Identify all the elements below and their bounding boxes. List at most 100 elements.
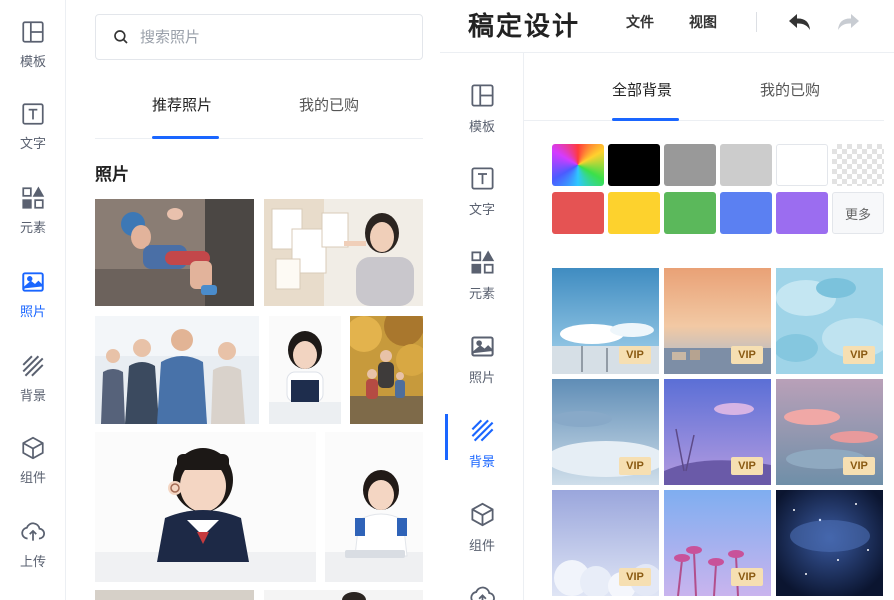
- sidebar-item-components[interactable]: 组件: [0, 434, 66, 504]
- swatch-purple[interactable]: [776, 192, 828, 234]
- vip-badge: VIP: [731, 457, 763, 475]
- sidebar-item-label: 组件: [468, 539, 495, 554]
- active-indicator: [445, 414, 448, 460]
- photo-thumbnail[interactable]: [264, 199, 423, 306]
- background-thumbnail[interactable]: VIP: [552, 379, 659, 485]
- background-thumbnail[interactable]: VIP: [664, 490, 771, 596]
- more-colors-button[interactable]: 更多: [832, 192, 884, 234]
- swatch-green[interactable]: [664, 192, 716, 234]
- redo-button[interactable]: [834, 8, 862, 36]
- toolbar-divider: [756, 12, 757, 32]
- sidebar-item-elements[interactable]: 元素: [440, 247, 524, 317]
- sidebar-item-upload[interactable]: [440, 583, 524, 600]
- photo-thumbnail[interactable]: [325, 432, 423, 582]
- upload-icon: [19, 518, 47, 546]
- tab-my-purchased[interactable]: 我的已购: [299, 94, 359, 115]
- background-thumbnail[interactable]: VIP: [664, 268, 771, 374]
- tab-recommended-photos[interactable]: 推荐照片: [152, 94, 212, 115]
- vip-badge: VIP: [619, 568, 651, 586]
- tab-all-backgrounds[interactable]: 全部背景: [612, 79, 672, 100]
- sidebar-item-template[interactable]: 模板: [0, 18, 66, 88]
- photo-thumbnail[interactable]: [95, 432, 316, 582]
- sidebar-item-text[interactable]: 文字: [0, 100, 66, 170]
- layout-icon: [467, 80, 497, 110]
- sidebar-item-components[interactable]: 组件: [440, 499, 524, 569]
- photo-thumbnail[interactable]: [350, 316, 423, 424]
- undo-button[interactable]: [786, 8, 814, 36]
- sidebar-item-photos[interactable]: 照片: [0, 268, 66, 338]
- search-box[interactable]: [95, 14, 423, 60]
- active-tab-underline: [612, 118, 679, 121]
- sidebar-item-template[interactable]: 模板: [440, 80, 524, 150]
- menu-view[interactable]: 视图: [689, 12, 717, 32]
- sidebar-item-elements[interactable]: 元素: [0, 184, 66, 254]
- vip-badge: VIP: [731, 568, 763, 586]
- photo-panel: 推荐照片 我的已购 照片: [66, 0, 440, 600]
- swatch-transparent[interactable]: [832, 144, 884, 186]
- sidebar-item-label: 组件: [19, 471, 46, 486]
- sidebar-item-background[interactable]: 背景: [0, 352, 66, 422]
- sidebar-item-label: 照片: [468, 371, 495, 386]
- background-icon: [19, 352, 47, 380]
- sidebar-item-label: 文字: [19, 137, 46, 152]
- editor-panel: 稿定设计 文件 视图 模板 文字 元素 照片 背景 组件 全部背景 我的已购 更…: [440, 0, 894, 600]
- sidebar-item-label: 背景: [19, 389, 46, 404]
- background-thumbnail[interactable]: VIP: [776, 268, 883, 374]
- sidebar-item-background[interactable]: 背景: [440, 415, 524, 485]
- background-tabs: 全部背景 我的已购: [524, 53, 884, 121]
- photo-thumbnail[interactable]: [95, 199, 254, 306]
- photo-tabs: 推荐照片 我的已购: [95, 84, 423, 139]
- sidebar-item-photos[interactable]: 照片: [440, 331, 524, 401]
- vip-badge: VIP: [619, 457, 651, 475]
- swatch-red[interactable]: [552, 192, 604, 234]
- photo-thumbnail[interactable]: [264, 590, 423, 600]
- vip-badge: VIP: [843, 346, 875, 364]
- swatch-light-gray[interactable]: [720, 144, 772, 186]
- sidebar-item-label: 元素: [19, 221, 46, 236]
- editor-sidebar: 模板 文字 元素 照片 背景 组件: [440, 53, 524, 600]
- sidebar-item-label: 元素: [468, 287, 495, 302]
- swatch-yellow[interactable]: [608, 192, 660, 234]
- background-thumbnail[interactable]: VIP: [552, 490, 659, 596]
- photo-thumbnail[interactable]: [269, 316, 341, 424]
- swatch-rainbow[interactable]: [552, 144, 604, 186]
- search-icon: [114, 30, 128, 44]
- swatch-gray[interactable]: [664, 144, 716, 186]
- background-thumbnail[interactable]: VIP: [776, 379, 883, 485]
- vip-badge: VIP: [731, 346, 763, 364]
- sidebar-item-label: 背景: [468, 455, 495, 470]
- elements-icon: [19, 184, 47, 212]
- sidebar-item-text[interactable]: 文字: [440, 163, 524, 233]
- vip-badge: VIP: [843, 457, 875, 475]
- swatch-black[interactable]: [608, 144, 660, 186]
- upload-icon: [467, 583, 497, 600]
- undo-icon: [789, 14, 810, 30]
- menu-file[interactable]: 文件: [626, 12, 654, 32]
- background-icon: [467, 415, 497, 445]
- swatch-white[interactable]: [776, 144, 828, 186]
- redo-icon: [838, 14, 859, 30]
- background-thumbnail[interactable]: [776, 490, 883, 596]
- sidebar-item-upload[interactable]: 上传: [0, 518, 66, 588]
- background-thumbnail[interactable]: VIP: [552, 268, 659, 374]
- sidebar-item-label: 文字: [468, 203, 495, 218]
- image-icon: [467, 331, 497, 361]
- search-input[interactable]: [140, 28, 410, 46]
- swatch-blue[interactable]: [720, 192, 772, 234]
- background-thumbnail[interactable]: VIP: [664, 379, 771, 485]
- text-icon: [19, 100, 47, 128]
- sidebar-item-label: 模板: [468, 120, 495, 135]
- tab-my-purchased[interactable]: 我的已购: [760, 79, 820, 100]
- section-title: 照片: [95, 165, 129, 185]
- photo-thumbnail[interactable]: [95, 316, 259, 424]
- brand-logo[interactable]: 稿定设计: [468, 6, 580, 43]
- elements-icon: [467, 247, 497, 277]
- cube-icon: [19, 434, 47, 462]
- sidebar-item-label: 上传: [19, 555, 46, 570]
- photo-thumbnail[interactable]: [95, 590, 254, 600]
- text-icon: [467, 163, 497, 193]
- left-sidebar: 模板 文字 元素 照片 背景 组件 上传: [0, 0, 66, 600]
- vip-badge: VIP: [619, 346, 651, 364]
- sidebar-item-label: 模板: [19, 55, 46, 70]
- active-tab-underline: [152, 136, 219, 139]
